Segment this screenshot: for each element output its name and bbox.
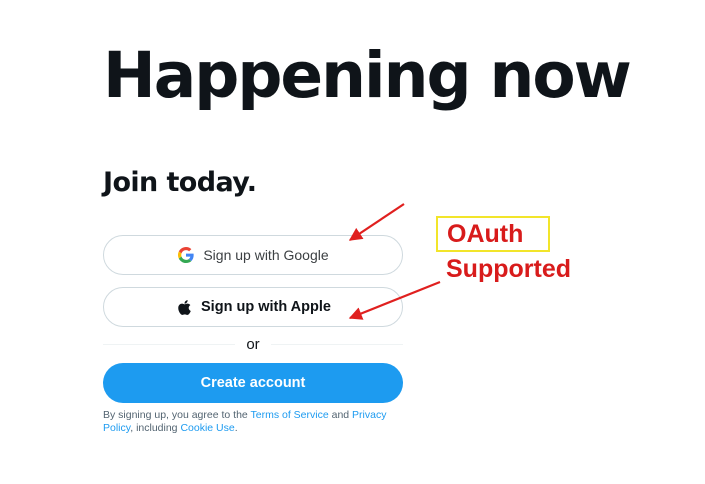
sign-up-with-apple-button[interactable]: Sign up with Apple <box>103 287 403 327</box>
signup-page: Happening now Join today. Sign up with G… <box>0 0 705 484</box>
legal-suffix: . <box>234 421 238 434</box>
legal-disclaimer: By signing up, you agree to the Terms of… <box>103 409 413 434</box>
google-g-icon <box>177 246 195 264</box>
divider-text: or <box>246 336 260 353</box>
divider-line-right <box>271 344 403 345</box>
legal-prefix: By signing up, you agree to the <box>103 409 251 421</box>
join-heading: Join today. <box>103 167 257 198</box>
or-divider: or <box>103 336 403 354</box>
cookie-use-link[interactable]: Cookie Use <box>180 422 234 434</box>
create-account-button[interactable]: Create account <box>103 363 403 403</box>
create-account-label: Create account <box>200 375 306 391</box>
apple-button-label: Sign up with Apple <box>201 299 331 315</box>
legal-including: , including <box>130 421 181 434</box>
terms-of-service-link[interactable]: Terms of Service <box>251 409 329 421</box>
oauth-callout-title: OAuth <box>447 220 524 248</box>
page-headline: Happening now <box>103 39 632 112</box>
oauth-callout-subtitle: Supported <box>446 255 571 283</box>
legal-and: and <box>328 409 353 421</box>
sign-up-with-google-button[interactable]: Sign up with Google <box>103 235 403 275</box>
apple-logo-icon <box>175 298 193 316</box>
google-button-label: Sign up with Google <box>203 247 329 263</box>
